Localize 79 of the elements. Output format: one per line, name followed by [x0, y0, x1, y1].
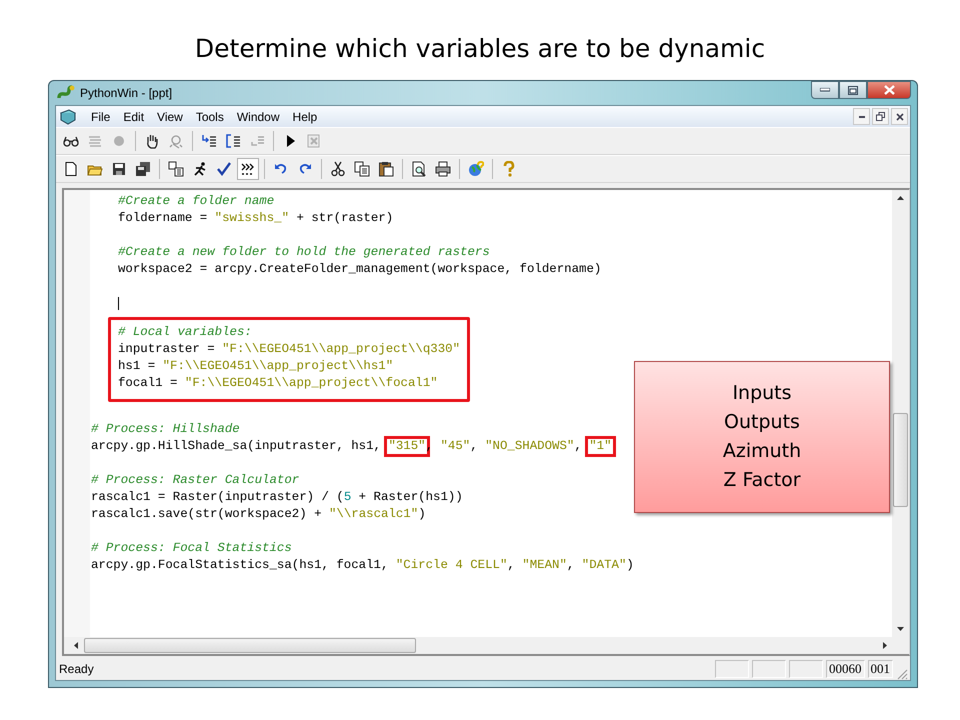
callout-text: Z Factor: [723, 468, 801, 493]
question-icon: [501, 161, 517, 177]
window-title: PythonWin - [ppt]: [80, 86, 172, 100]
horizontal-scrollbar[interactable]: [64, 637, 909, 654]
code-line: # Process: Raster Calculator: [91, 472, 300, 489]
callout-text: Outputs: [724, 410, 800, 435]
status-text: Ready: [59, 662, 95, 676]
code-line: inputraster = "F:\\EGEO451\\app_project\\q330": [118, 341, 460, 358]
status-pane: 001: [868, 660, 893, 678]
figure-icon: [192, 161, 208, 177]
menu-item[interactable]: Window: [230, 110, 287, 124]
close-button[interactable]: [867, 81, 911, 99]
document-icon: [63, 161, 79, 177]
maximize-button[interactable]: [839, 81, 867, 99]
right-arrow-icon: [883, 642, 887, 649]
scissors-icon: [330, 161, 346, 177]
restore-button[interactable]: [872, 108, 889, 125]
scroll-thumb[interactable]: [84, 638, 416, 653]
slide-title: Determine which variables are to be dynamic: [194, 34, 766, 64]
printer-icon: [435, 161, 451, 177]
preview-icon: [411, 161, 427, 177]
status-pane: [789, 660, 823, 678]
globe-icon: [468, 161, 484, 177]
left-arrow-icon: [74, 642, 78, 649]
resize-grip-icon: [896, 668, 908, 680]
down-arrow-icon: [897, 627, 904, 631]
code-line: #Create a new folder to hold the generated rasters: [118, 244, 490, 261]
code-line: focal1 = "F:\\EGEO451\\app_project\\focal1": [118, 375, 438, 392]
code-line: #Create a folder name: [118, 193, 274, 210]
step-in-icon: [201, 133, 217, 149]
scroll-thumb[interactable]: [893, 413, 908, 507]
maximize-icon: [848, 86, 858, 94]
stop-icon: [306, 133, 322, 149]
menu-item[interactable]: Tools: [190, 110, 231, 124]
code-line: # Local variables:: [118, 324, 252, 341]
check-icon: [216, 161, 232, 177]
close-button[interactable]: [891, 108, 908, 125]
import-icon: [168, 161, 184, 177]
snake-icon: [57, 85, 75, 101]
toolbar-button[interactable]: [237, 158, 259, 180]
menu-item[interactable]: Edit: [117, 110, 152, 124]
chevrons-icon: [240, 161, 256, 177]
menu-item[interactable]: View: [151, 110, 190, 124]
step-over-icon: [225, 133, 241, 149]
code-line: rascalc1 = Raster(inputraster) / (5 + Raster(hs1)): [91, 489, 463, 506]
code-line: # Process: Hillshade: [91, 421, 240, 438]
close-icon: [896, 112, 904, 120]
callout-text: Azimuth: [722, 439, 802, 464]
save-icon: [111, 161, 127, 177]
menu-item[interactable]: Help: [286, 110, 324, 124]
code-line: # Process: Focal Statistics: [91, 540, 292, 557]
restore-icon: [876, 112, 885, 121]
up-arrow-icon: [897, 196, 904, 200]
callout-text: Inputs: [732, 381, 792, 406]
text-cursor: [118, 297, 119, 310]
code-line: rascalc1.save(str(workspace2) + "\\rascalc1"): [91, 506, 426, 523]
code-line: hs1 = "F:\\EGEO451\\app_project\\hs1": [118, 358, 394, 375]
minimize-icon: [858, 116, 864, 118]
hand-icon: [144, 133, 160, 149]
minimize-icon: [820, 88, 830, 92]
code-line: workspace2 = arcpy.CreateFolder_management(workspace, foldername): [118, 261, 602, 278]
book-icon: [59, 108, 77, 124]
code-editor[interactable]: [62, 188, 910, 656]
dot-icon: [111, 133, 127, 149]
code-line: foldername = "swisshs_" + str(raster): [118, 210, 394, 227]
status-pane: 00060: [826, 660, 864, 678]
list-icon: [87, 133, 103, 149]
clipboard-icon: [378, 161, 394, 177]
copy-icon: [354, 161, 370, 177]
bug-icon: [168, 133, 184, 149]
vertical-scrollbar[interactable]: [892, 190, 909, 637]
close-icon: [884, 85, 894, 95]
status-pane: [715, 660, 749, 678]
minimize-button[interactable]: [811, 81, 839, 99]
minimize-button[interactable]: [853, 108, 870, 125]
menu-item[interactable]: File: [85, 110, 118, 124]
code-line: arcpy.gp.FocalStatistics_sa(hs1, focal1, "Circle 4 CELL", "MEAN", "DATA"): [91, 557, 634, 574]
status-pane: [752, 660, 786, 678]
save-all-icon: [135, 161, 151, 177]
